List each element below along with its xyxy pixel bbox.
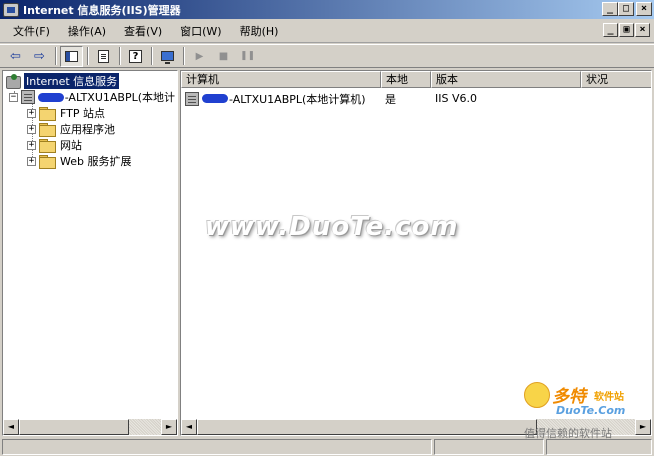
server-icon: [20, 90, 35, 104]
export-list-icon: [98, 49, 109, 63]
help-button[interactable]: ?: [124, 46, 147, 67]
window-title: Internet 信息服务(IIS)管理器: [23, 3, 181, 17]
status-panel-main: [2, 439, 432, 455]
maximize-button[interactable]: □: [618, 2, 634, 16]
computer-button[interactable]: [156, 46, 179, 67]
status-panel-tertiary: [546, 439, 652, 455]
mdi-restore-button[interactable]: ▣: [619, 23, 634, 37]
close-button[interactable]: ×: [636, 2, 652, 16]
scroll-right-button[interactable]: ►: [161, 419, 177, 435]
folder-icon: [39, 139, 56, 153]
tree-node-app-pools[interactable]: + 应用程序池: [3, 121, 177, 137]
mdi-close-button[interactable]: ×: [635, 23, 650, 37]
scroll-thumb[interactable]: [197, 419, 537, 435]
column-header-local[interactable]: 本地: [381, 71, 431, 88]
expand-expander[interactable]: +: [27, 156, 36, 166]
menu-bar: 文件(F) 操作(A) 查看(V) 窗口(W) 帮助(H) _ ▣ ×: [0, 19, 654, 43]
tree-node-server[interactable]: − -ALTXU1ABPL(本地计: [3, 89, 177, 105]
column-header-version[interactable]: 版本: [431, 71, 581, 88]
toolbar-separator: [55, 47, 57, 65]
toolbar-separator: [87, 47, 89, 65]
column-header-status[interactable]: 状况: [581, 71, 651, 88]
column-header-computer[interactable]: 计算机: [181, 71, 381, 88]
pause-icon[interactable]: ❚❚: [236, 46, 259, 67]
help-icon: ?: [128, 49, 143, 63]
tree-node-root[interactable]: Internet 信息服务: [3, 72, 177, 90]
scroll-track[interactable]: [197, 419, 635, 435]
tree-label-root[interactable]: Internet 信息服务: [22, 72, 121, 90]
expand-expander[interactable]: +: [27, 140, 36, 150]
tree-view: Internet 信息服务 − -ALTXU1ABPL(本地计 + FTP 站点…: [3, 72, 177, 169]
tree-label-app-pools[interactable]: 应用程序池: [58, 121, 117, 137]
tree-horizontal-scrollbar[interactable]: ◄ ►: [3, 419, 177, 435]
export-list-button[interactable]: [92, 46, 115, 67]
caption-buttons: _ □ ×: [602, 2, 652, 16]
show-hide-tree-button[interactable]: [60, 45, 83, 67]
toolbar: ⇦ ⇨ ? ▶ ■ ❚❚: [0, 44, 654, 68]
cell-local: 是: [385, 92, 396, 106]
scroll-left-button[interactable]: ◄: [3, 419, 19, 435]
menu-view[interactable]: 查看(V): [115, 23, 171, 39]
list-row[interactable]: -ALTXU1ABPL(本地计算机) 是 IIS V6.0: [181, 90, 651, 107]
list-pane[interactable]: 计算机 本地 版本 状况 -ALTXU1ABPL(本地计算机) 是 IIS V6…: [180, 70, 652, 436]
server-icon: [185, 91, 199, 106]
iis-icon: [5, 74, 21, 89]
expand-expander[interactable]: +: [27, 124, 36, 134]
scroll-thumb[interactable]: [19, 419, 129, 435]
iis-app-icon: [3, 2, 19, 17]
stop-icon[interactable]: ■: [212, 46, 235, 67]
computer-icon: [161, 51, 174, 64]
tree-label-server[interactable]: -ALTXU1ABPL(本地计: [65, 89, 177, 105]
tree-node-websites[interactable]: + 网站: [3, 137, 177, 153]
computer-name: -ALTXU1ABPL(本地计算机): [229, 92, 366, 106]
scroll-right-button[interactable]: ►: [635, 419, 651, 435]
redacted-name: [202, 94, 228, 103]
show-hide-tree-icon: [65, 50, 78, 62]
forward-arrow-icon[interactable]: ⇨: [28, 46, 51, 67]
minimize-button[interactable]: _: [602, 2, 618, 16]
tree-pane[interactable]: Internet 信息服务 − -ALTXU1ABPL(本地计 + FTP 站点…: [2, 70, 178, 436]
menu-action[interactable]: 操作(A): [59, 23, 115, 39]
toolbar-separator: [151, 47, 153, 65]
play-icon[interactable]: ▶: [188, 46, 211, 67]
collapse-expander[interactable]: −: [9, 92, 18, 102]
cell-computer: -ALTXU1ABPL(本地计算机): [181, 91, 381, 107]
back-arrow-icon[interactable]: ⇦: [4, 46, 27, 67]
list-horizontal-scrollbar[interactable]: ◄ ►: [181, 419, 651, 435]
toolbar-separator: [119, 47, 121, 65]
tree-node-ftp[interactable]: + FTP 站点: [3, 105, 177, 121]
toolbar-separator: [183, 47, 185, 65]
folder-icon: [39, 123, 56, 137]
mdi-minimize-button[interactable]: _: [603, 23, 618, 37]
tree-label-ftp[interactable]: FTP 站点: [58, 105, 107, 121]
tree-label-web-extensions[interactable]: Web 服务扩展: [58, 153, 133, 169]
cell-version: IIS V6.0: [435, 92, 477, 105]
status-panel-secondary: [434, 439, 544, 455]
menu-help[interactable]: 帮助(H): [231, 23, 288, 39]
folder-icon: [39, 155, 56, 169]
folder-icon: [39, 107, 56, 121]
list-header: 计算机 本地 版本 状况: [181, 71, 651, 88]
tree-label-websites[interactable]: 网站: [58, 137, 84, 153]
scroll-left-button[interactable]: ◄: [181, 419, 197, 435]
menu-window[interactable]: 窗口(W): [171, 23, 230, 39]
expand-expander[interactable]: +: [27, 108, 36, 118]
menu-file[interactable]: 文件(F): [4, 23, 59, 39]
tree-node-web-extensions[interactable]: + Web 服务扩展: [3, 153, 177, 169]
title-bar: Internet 信息服务(IIS)管理器 _ □ ×: [0, 0, 654, 19]
status-bar: [0, 438, 654, 456]
mdi-buttons: _ ▣ ×: [603, 23, 650, 37]
scroll-track[interactable]: [19, 419, 161, 435]
redacted-name: [37, 92, 64, 102]
